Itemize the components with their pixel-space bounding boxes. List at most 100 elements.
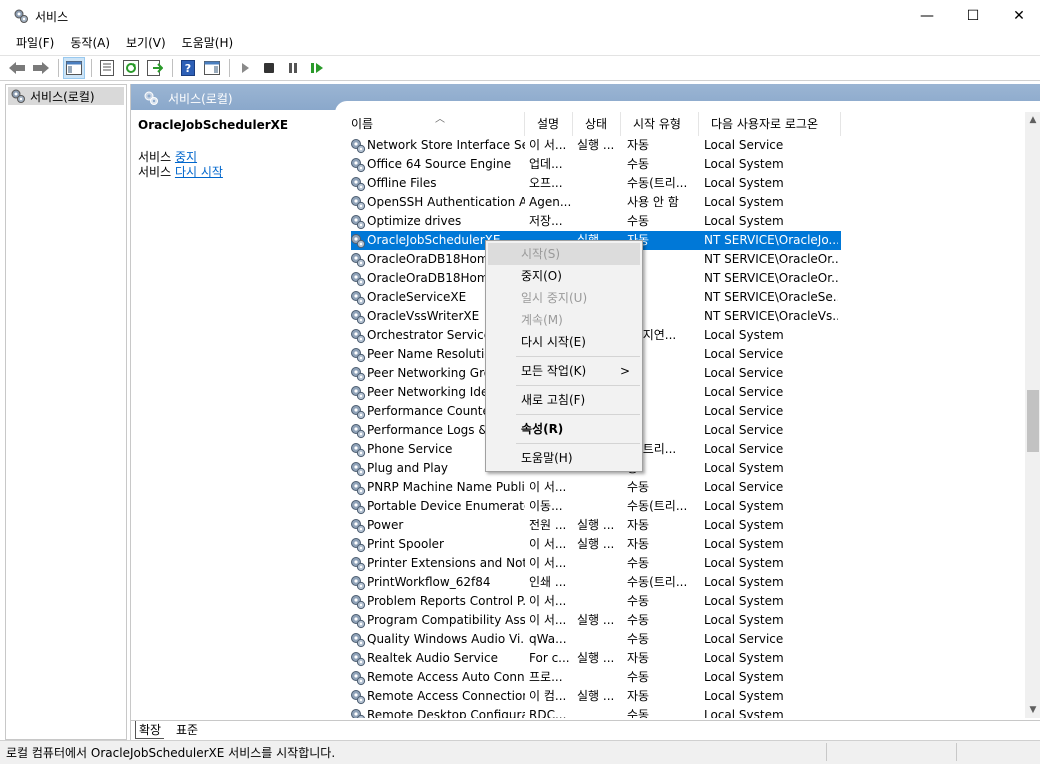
- cell-logon: Local System: [704, 575, 784, 589]
- table-row[interactable]: Performance Logs & A동Local Service: [335, 421, 1025, 440]
- table-row[interactable]: Optimize drives 저장... 수동 Local System: [335, 212, 1025, 231]
- cell-status: [577, 155, 623, 174]
- menu-help[interactable]: 도움말(H): [174, 33, 242, 53]
- column-header-description[interactable]: 설명: [525, 112, 573, 136]
- forward-button[interactable]: [30, 57, 52, 79]
- scrollbar-thumb[interactable]: [1027, 390, 1039, 452]
- table-row[interactable]: PNRP Machine Name Publi... 이 서... 수동 Local …: [335, 478, 1025, 497]
- close-button[interactable]: ✕: [996, 0, 1040, 32]
- table-row[interactable]: Peer Name Resolution동Local Service: [335, 345, 1025, 364]
- table-row[interactable]: OracleJobSchedulerXE실행자동NT SERVICE\Oracl…: [335, 231, 1025, 250]
- cell-logon: Local Service: [704, 442, 784, 456]
- action-pane-button[interactable]: [201, 57, 223, 79]
- table-row[interactable]: Performance Counter동Local Service: [335, 402, 1025, 421]
- menu-item-label: 모든 작업(K): [521, 364, 587, 378]
- table-row[interactable]: Peer Networking Ident동Local Service: [335, 383, 1025, 402]
- cell-desc: 인쇄 ...: [529, 575, 567, 589]
- cell-logon: Local Service: [704, 385, 784, 399]
- menu-item-stop[interactable]: 중지(O): [488, 265, 640, 287]
- column-header-status[interactable]: 상태: [573, 112, 621, 136]
- table-row[interactable]: Remote Desktop Configura... RDC... 수동 Local…: [335, 706, 1025, 718]
- table-row[interactable]: Problem Reports Control P... 이 서... 수동 Loca…: [335, 592, 1025, 611]
- stop-service-link[interactable]: 중지: [175, 150, 197, 164]
- table-row[interactable]: OracleOraDB18Home1동NT SERVICE\OracleOr..…: [335, 250, 1025, 269]
- service-gear-icon: [349, 555, 366, 572]
- console-tree-button[interactable]: [63, 57, 85, 79]
- service-gear-icon: [349, 479, 366, 496]
- properties-button[interactable]: [96, 57, 118, 79]
- cell-name: Network Store Interface Se...: [367, 138, 525, 152]
- table-row[interactable]: Portable Device Enumerato... 이동... 수동(트리..…: [335, 497, 1025, 516]
- scroll-down-arrow-icon[interactable]: ▼: [1025, 702, 1040, 718]
- table-row[interactable]: Printer Extensions and Noti... 이 서... 수동 Lo…: [335, 554, 1025, 573]
- table-row[interactable]: Network Store Interface Se... 이 서... 실행 ..…: [335, 136, 1025, 155]
- stop-service-button[interactable]: [258, 57, 280, 79]
- cell-status: [577, 193, 623, 212]
- column-header-logon-as[interactable]: 다음 사용자로 로그온: [699, 112, 841, 136]
- cell-name: Offline Files: [367, 176, 437, 190]
- menu-item-start[interactable]: 시작(S): [488, 243, 640, 265]
- minimize-button[interactable]: —: [904, 0, 950, 32]
- refresh-button[interactable]: [120, 57, 142, 79]
- table-row[interactable]: PrintWorkflow_62f84 인쇄 ... 수동(트리... Local S…: [335, 573, 1025, 592]
- column-header-startup-type[interactable]: 시작 유형: [621, 112, 699, 136]
- table-row[interactable]: Peer Networking Grou동Local Service: [335, 364, 1025, 383]
- table-row[interactable]: Orchestrator Service 업 동(지연... Local Syste…: [335, 326, 1025, 345]
- help-button[interactable]: ?: [177, 57, 199, 79]
- table-row[interactable]: Phone Service 동(트리... Local Service: [335, 440, 1025, 459]
- vertical-scrollbar[interactable]: ▲ ▼: [1025, 112, 1040, 718]
- cell-desc: 이 서...: [529, 556, 567, 570]
- restart-service-link[interactable]: 다시 시작: [175, 165, 223, 179]
- tree-item-services-local[interactable]: 서비스(로컬): [8, 87, 124, 105]
- tab-standard[interactable]: 표준: [173, 721, 201, 739]
- back-button[interactable]: [6, 57, 28, 79]
- menu-file[interactable]: 파일(F): [8, 33, 62, 53]
- table-row[interactable]: Remote Access Auto Conn... 프로... 수동 Local S…: [335, 668, 1025, 687]
- menu-item-pause[interactable]: 일시 중지(U): [488, 287, 640, 309]
- table-row[interactable]: Remote Access Connection... 이 컴... 실행 ... 자…: [335, 687, 1025, 706]
- maximize-button[interactable]: ☐: [950, 0, 996, 32]
- table-row[interactable]: Realtek Audio Service For c... 실행 ... 자동 Loc…: [335, 649, 1025, 668]
- window-title: 서비스: [35, 10, 69, 24]
- table-row[interactable]: Offline Files 오프... 수동(트리... Local System: [335, 174, 1025, 193]
- menu-item-properties[interactable]: 속성(R): [488, 418, 640, 440]
- table-row[interactable]: Print Spooler 이 서... 실행 ... 자동 Local System: [335, 535, 1025, 554]
- column-header-name[interactable]: 이름 ︿: [339, 112, 525, 136]
- cell-status: [577, 174, 623, 193]
- pause-service-button[interactable]: [282, 57, 304, 79]
- menu-item-resume[interactable]: 계속(M): [488, 309, 640, 331]
- menu-item-all-tasks[interactable]: 모든 작업(K) >: [488, 360, 640, 382]
- panel-header-title: 서비스(로컬): [168, 92, 233, 106]
- start-service-button[interactable]: [234, 57, 256, 79]
- menu-action[interactable]: 동작(A): [62, 33, 118, 53]
- cell-logon: NT SERVICE\OracleJo...: [704, 233, 838, 247]
- services-gear-icon: [144, 91, 158, 105]
- table-row[interactable]: Quality Windows Audio Vi... qWa... 수동 Local…: [335, 630, 1025, 649]
- cell-startup: 수동(트리...: [627, 176, 688, 190]
- table-row[interactable]: Power 전원 ... 실행 ... 자동 Local System: [335, 516, 1025, 535]
- table-row[interactable]: OracleOraDB18Home1동NT SERVICE\OracleOr..…: [335, 269, 1025, 288]
- cell-status: [577, 554, 623, 573]
- cell-status: 실행 ...: [577, 689, 615, 703]
- table-row[interactable]: OracleVssWriterXE동NT SERVICE\OracleVs...: [335, 307, 1025, 326]
- table-row[interactable]: Program Compatibility Assi... 이 서... 실행 ..…: [335, 611, 1025, 630]
- cell-logon: Local System: [704, 518, 784, 532]
- table-row[interactable]: OpenSSH Authentication A... Agen... 사용 안 함…: [335, 193, 1025, 212]
- menu-item-restart[interactable]: 다시 시작(E): [488, 331, 640, 353]
- export-list-button[interactable]: [144, 57, 166, 79]
- status-bar: 로컬 컴퓨터에서 OracleJobSchedulerXE 서비스를 시작합니다…: [0, 740, 1040, 764]
- service-gear-icon: [349, 650, 366, 667]
- menu-view[interactable]: 보기(V): [118, 33, 174, 53]
- table-row[interactable]: OracleServiceXE동NT SERVICE\OracleSe...: [335, 288, 1025, 307]
- cell-status: 실행 ...: [577, 537, 615, 551]
- cell-logon: Local Service: [704, 138, 784, 152]
- table-row[interactable]: Office 64 Source Engine 업데... 수동 Local Syst…: [335, 155, 1025, 174]
- table-row[interactable]: Plug and Play동Local System: [335, 459, 1025, 478]
- menu-item-refresh[interactable]: 새로 고침(F): [488, 389, 640, 411]
- menu-item-help[interactable]: 도움말(H): [488, 447, 640, 469]
- cell-logon: Local System: [704, 499, 784, 513]
- tab-extended[interactable]: 확장: [135, 721, 165, 739]
- scroll-up-arrow-icon[interactable]: ▲: [1025, 112, 1040, 128]
- cell-status: [577, 573, 623, 592]
- restart-service-button[interactable]: [306, 57, 328, 79]
